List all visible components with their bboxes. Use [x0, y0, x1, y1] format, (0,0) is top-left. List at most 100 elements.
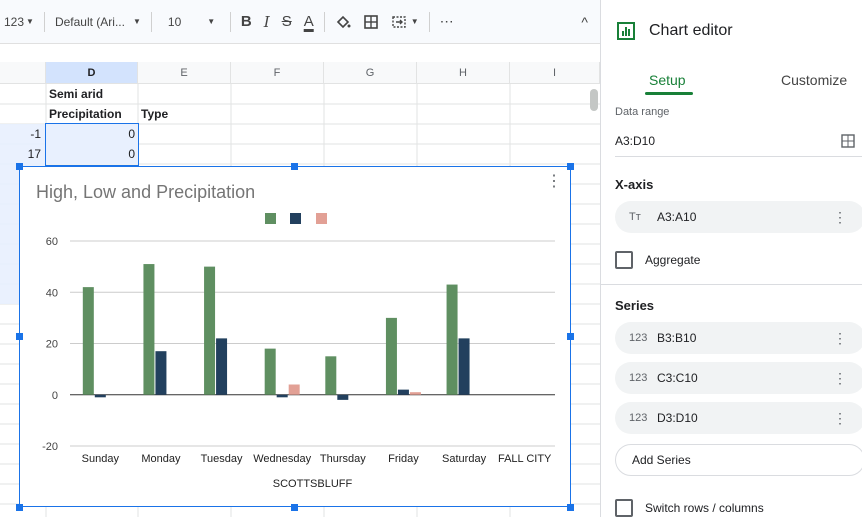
- text-type-icon: Tᴛ: [629, 211, 641, 223]
- bar: [155, 351, 167, 395]
- y-tick-label: 40: [46, 287, 58, 299]
- merge-cells-icon: [392, 15, 406, 28]
- bar: [458, 338, 470, 395]
- resize-handle-tr[interactable]: [567, 163, 574, 170]
- font-size-select[interactable]: 10 ▼: [156, 8, 226, 36]
- tab-customize[interactable]: Customize: [781, 72, 847, 88]
- bar: [288, 384, 300, 395]
- series-chip[interactable]: 123 B3:B10 ⋮: [615, 322, 862, 354]
- chart-plot: 60 40 20 0 -20 Sunday Monday Tuesday Wednesday Th…: [42, 213, 555, 490]
- merge-cells-button[interactable]: ▼: [385, 8, 425, 36]
- bar: [143, 264, 155, 395]
- divider: [150, 11, 152, 32]
- fill-color-button[interactable]: [329, 8, 357, 36]
- cell-c4[interactable]: 17: [0, 144, 44, 164]
- resize-handle-mr[interactable]: [567, 333, 574, 340]
- chevron-down-icon: ▼: [26, 17, 34, 26]
- bar: [325, 356, 337, 395]
- bold-button[interactable]: B: [235, 8, 258, 36]
- y-tick-label: 60: [46, 236, 58, 248]
- borders-button[interactable]: [357, 8, 385, 36]
- xaxis-heading: X-axis: [615, 177, 654, 192]
- resize-handle-br[interactable]: [567, 504, 574, 511]
- column-header-f[interactable]: F: [231, 62, 324, 84]
- more-vert-icon[interactable]: ⋮: [833, 209, 847, 226]
- resize-handle-bm[interactable]: [291, 504, 298, 511]
- y-tick-label: 20: [46, 339, 58, 351]
- tab-setup[interactable]: Setup: [649, 72, 686, 88]
- y-tick-label: -20: [42, 441, 58, 453]
- cell-e2[interactable]: Type: [138, 104, 231, 124]
- collapse-toolbar-button[interactable]: ^: [575, 8, 594, 36]
- number-type-icon: 123: [629, 372, 648, 384]
- x-tick-label: Sunday: [82, 453, 120, 465]
- cell-d2[interactable]: Precipitation: [46, 104, 138, 124]
- add-series-button[interactable]: Add Series: [615, 444, 862, 476]
- grid-select-icon[interactable]: [841, 134, 855, 148]
- column-header-h[interactable]: H: [417, 62, 510, 84]
- text-color-button[interactable]: A: [298, 8, 320, 36]
- column-header-d[interactable]: D: [46, 62, 138, 84]
- strikethrough-button[interactable]: S: [276, 8, 298, 36]
- column-header-partial[interactable]: [0, 62, 46, 84]
- data-range-underline: [615, 156, 862, 157]
- column-header-e[interactable]: E: [138, 62, 231, 84]
- more-vert-icon[interactable]: ⋮: [833, 330, 847, 347]
- cell-c3[interactable]: -1: [0, 124, 44, 144]
- italic-button[interactable]: I: [258, 8, 276, 36]
- font-family-select[interactable]: Default (Ari... ▼: [49, 8, 147, 36]
- resize-handle-bl[interactable]: [16, 504, 23, 511]
- more-options-button[interactable]: ⋯: [434, 8, 460, 36]
- number-format-button[interactable]: 123 ▼: [0, 8, 40, 36]
- x-tick-label: Saturday: [442, 453, 487, 465]
- aggregate-label: Aggregate: [645, 253, 701, 267]
- chevron-down-icon: ▼: [410, 17, 419, 26]
- number-type-icon: 123: [629, 412, 648, 424]
- bar: [337, 394, 349, 400]
- divider: [428, 11, 430, 32]
- resize-handle-tl[interactable]: [16, 163, 23, 170]
- chart-editor-panel: Chart editor Setup Customize Data range …: [600, 0, 862, 517]
- more-vert-icon[interactable]: ⋮: [833, 370, 847, 387]
- series-heading: Series: [615, 298, 655, 313]
- x-tick-label: Thursday: [320, 453, 366, 465]
- divider: [229, 11, 231, 32]
- data-range-input[interactable]: A3:D10: [615, 134, 655, 148]
- bar: [94, 394, 106, 398]
- data-range-label: Data range: [615, 106, 670, 118]
- chevron-down-icon: ▼: [132, 17, 141, 26]
- bar: [409, 392, 421, 395]
- paint-bucket-icon: [336, 15, 351, 28]
- switch-rows-checkbox[interactable]: [615, 499, 633, 517]
- tab-indicator: [645, 92, 693, 95]
- aggregate-checkbox[interactable]: [615, 251, 633, 269]
- bar: [446, 284, 458, 395]
- column-header-g[interactable]: G: [324, 62, 417, 84]
- column-header-i[interactable]: I: [510, 62, 600, 84]
- series-range: B3:B10: [657, 331, 697, 345]
- divider: [43, 11, 45, 32]
- chart-container[interactable]: High, Low and Precipitation ⋮ 60 40 20 0 -20…: [19, 166, 571, 507]
- bar: [82, 287, 94, 395]
- number-type-icon: 123: [629, 332, 648, 344]
- series-chip[interactable]: 123 D3:D10 ⋮: [615, 402, 862, 434]
- bar: [385, 317, 397, 395]
- x-tick-label: FALL CITY: [498, 453, 552, 465]
- x-tick-label: Friday: [388, 453, 419, 465]
- x-axis-title: SCOTTSBLUFF: [273, 478, 353, 490]
- xaxis-chip[interactable]: Tᴛ A3:A10 ⋮: [615, 201, 862, 233]
- series-chip[interactable]: 123 C3:C10 ⋮: [615, 362, 862, 394]
- x-tick-label: Monday: [141, 453, 181, 465]
- legend-swatch: [265, 213, 276, 224]
- section-divider: [601, 284, 862, 285]
- resize-handle-ml[interactable]: [16, 333, 23, 340]
- bar: [397, 389, 409, 395]
- more-vert-icon[interactable]: ⋮: [833, 410, 847, 427]
- cell-d1[interactable]: Semi arid: [46, 84, 138, 104]
- bar: [204, 266, 216, 395]
- series-range: D3:D10: [657, 411, 698, 425]
- y-tick-label: 0: [52, 390, 58, 402]
- resize-handle-tm[interactable]: [291, 163, 298, 170]
- x-tick-label: Wednesday: [253, 453, 311, 465]
- bar: [264, 348, 276, 395]
